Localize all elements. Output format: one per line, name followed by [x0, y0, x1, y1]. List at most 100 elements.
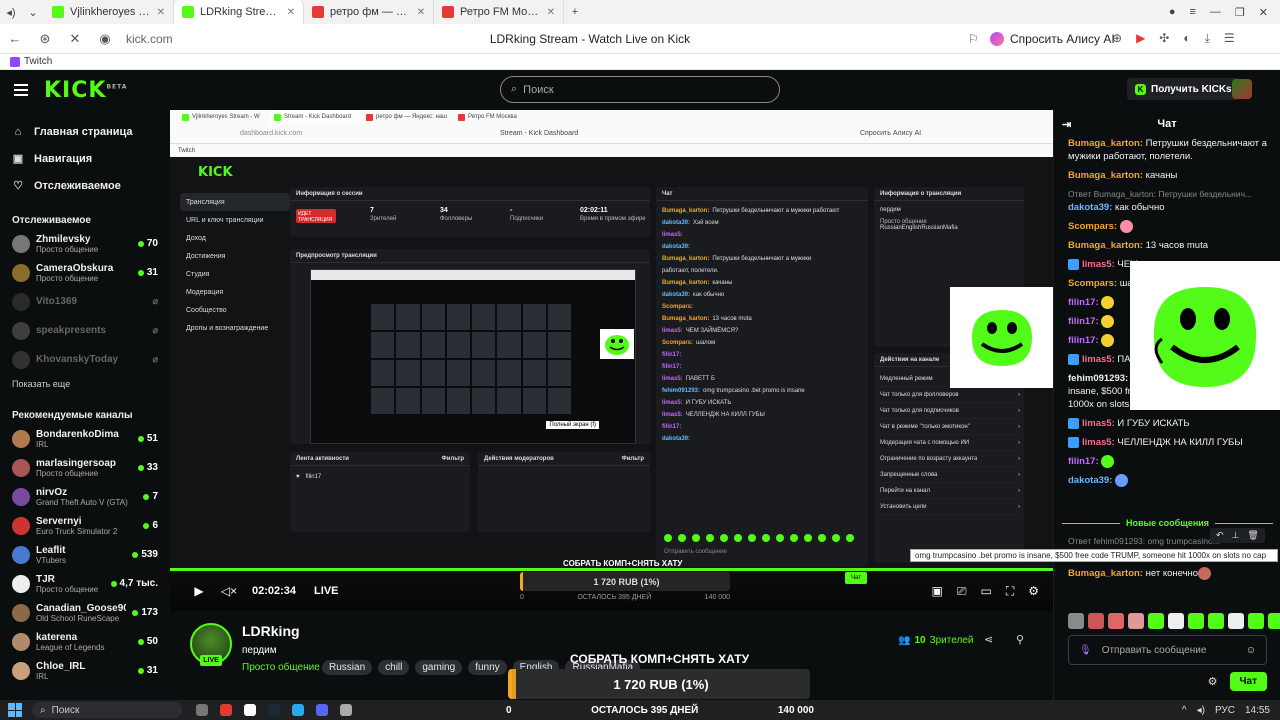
sidebar-channel[interactable]: Zhmilevsky Просто общение 70: [0, 229, 170, 258]
chat-username[interactable]: Bumaga_karton:: [1068, 568, 1143, 579]
fullscreen-icon[interactable]: ⛶: [1006, 584, 1014, 599]
maximize-button[interactable]: ❐: [1235, 6, 1245, 19]
yandex-icon[interactable]: ⊛: [30, 31, 60, 47]
video-player[interactable]: Vjlinkheroyes Stream - W Stream - Kick Da…: [170, 110, 1053, 570]
browser-tab[interactable]: ретро фм — Яндекс: наш ✕: [304, 0, 434, 24]
chat-username[interactable]: limas5:: [1082, 437, 1115, 448]
sidebar-channel[interactable]: speakpresents ⌀: [0, 316, 170, 345]
collapse-chat-icon[interactable]: ⇥: [1062, 118, 1071, 131]
audio-icon[interactable]: ◂): [0, 0, 22, 24]
emote-icon[interactable]: [1108, 613, 1124, 629]
url-field[interactable]: kick.com: [126, 32, 173, 46]
emote-icon[interactable]: [1068, 613, 1084, 629]
chat-message[interactable]: Scompars:: [1054, 217, 1280, 236]
stream-tag[interactable]: gaming: [415, 660, 463, 675]
download-icon[interactable]: ⤓: [1205, 31, 1210, 46]
chat-username[interactable]: Bumaga_karton:: [1068, 240, 1143, 251]
chat-username[interactable]: fehim091293:: [1068, 373, 1128, 384]
chat-message[interactable]: Bumaga_karton: 13 часов muta: [1054, 236, 1280, 255]
emote-icon[interactable]: [1228, 613, 1244, 629]
settings-icon[interactable]: ⚙: [1028, 584, 1039, 599]
search-input[interactable]: ⌕ Поиск: [500, 76, 780, 103]
chat-username[interactable]: filin17:: [1068, 297, 1099, 308]
emote-icon[interactable]: [1248, 613, 1264, 629]
follow-icon[interactable]: ⚲: [1016, 633, 1024, 646]
bookmark-twitch[interactable]: Twitch: [24, 56, 52, 67]
emote-icon[interactable]: [1148, 613, 1164, 629]
new-tab-button[interactable]: +: [564, 0, 586, 24]
pip-icon[interactable]: ▣: [932, 584, 943, 599]
chat-username[interactable]: Bumaga_karton:: [1068, 138, 1143, 149]
browser-tab[interactable]: Vjlinkheroyes Stream - Wa ✕: [44, 0, 174, 24]
minimize-button[interactable]: —: [1210, 6, 1221, 18]
sidebar-channel[interactable]: KhovanskyToday ⌀: [0, 345, 170, 374]
chat-message[interactable]: Bumaga_karton: Петрушки бездельничают а …: [1054, 134, 1280, 166]
taskbar-search[interactable]: ⌕ Поиск: [32, 702, 182, 718]
chat-username[interactable]: Scompars:: [1068, 278, 1117, 289]
emote-icon[interactable]: [1128, 613, 1144, 629]
windows-start-icon[interactable]: [8, 703, 22, 717]
stream-tag[interactable]: Russian: [322, 660, 373, 675]
steam-icon[interactable]: [268, 704, 280, 716]
media-icon[interactable]: ◐: [1183, 31, 1190, 46]
menu-icon[interactable]: ≡: [1189, 6, 1195, 18]
share-icon[interactable]: ⋖: [984, 633, 993, 646]
chat-username[interactable]: filin17:: [1068, 456, 1099, 467]
channel-name[interactable]: LDRking: [242, 623, 300, 639]
nav-item[interactable]: ♡ Отслеживаемое: [0, 172, 170, 199]
stream-category[interactable]: Просто общение: [242, 662, 320, 673]
chat-message[interactable]: filin17:: [1054, 452, 1280, 471]
sidebar-channel[interactable]: Canadian_Goose902 Old School RuneScape 173: [0, 598, 170, 627]
get-kicks-button[interactable]: K Получить KICKs: [1127, 78, 1240, 100]
sidebar-channel[interactable]: Leaflit VTubers 539: [0, 540, 170, 569]
chat-message[interactable]: limas5: И ГУБУ ИСКАТЬ: [1054, 414, 1280, 433]
user-avatar[interactable]: [1232, 79, 1252, 99]
sidebar-channel[interactable]: Chloe_IRL IRL 31: [0, 656, 170, 685]
volume-icon[interactable]: ◂): [1197, 705, 1205, 716]
chat-username[interactable]: dakota39:: [1068, 202, 1112, 213]
stop-icon[interactable]: ✕: [60, 31, 90, 47]
emote-icon[interactable]: [1088, 613, 1104, 629]
live-label[interactable]: LIVE: [314, 585, 338, 597]
chat-settings-icon[interactable]: ⚙: [1208, 675, 1218, 688]
profile-icon[interactable]: ●: [1169, 6, 1176, 18]
stream-tag[interactable]: funny: [468, 660, 507, 675]
telegram-icon[interactable]: [292, 704, 304, 716]
chat-username[interactable]: filin17:: [1068, 335, 1099, 346]
kick-logo[interactable]: KICKBETA: [44, 78, 127, 103]
sidebar-channel[interactable]: Servernyi Euro Truck Simulator 2 6: [0, 511, 170, 540]
chat-username[interactable]: limas5:: [1082, 418, 1115, 429]
translate-icon[interactable]: ⊕: [1112, 31, 1122, 46]
yandex-app-icon[interactable]: [220, 704, 232, 716]
browser-app-icon[interactable]: [244, 704, 256, 716]
chat-username[interactable]: Scompars:: [1068, 221, 1117, 232]
alice-button[interactable]: Спросить Алису AI: [990, 31, 1115, 46]
emote-icon[interactable]: [1168, 613, 1184, 629]
reply-icon[interactable]: ↶: [1216, 530, 1224, 541]
tab-close-icon[interactable]: ✕: [417, 7, 425, 18]
sidebar-channel[interactable]: katerena League of Legends 50: [0, 627, 170, 656]
tab-list-icon[interactable]: ⌄: [22, 0, 44, 24]
chat-message[interactable]: Ответ Bumaga_karton: Петрушки бездельнич…: [1054, 185, 1280, 217]
browser-tab[interactable]: Ретро FM Москва - ✕: [434, 0, 564, 24]
sidebar-channel[interactable]: nirvOz Grand Theft Auto V (GTA) 7: [0, 482, 170, 511]
clip-icon[interactable]: ⎚: [957, 584, 967, 599]
mute-icon[interactable]: ◁×: [214, 584, 244, 598]
language-indicator[interactable]: РУС: [1215, 705, 1235, 716]
bookmark-icon[interactable]: ⚐: [968, 32, 979, 46]
browser-tab[interactable]: LDRking Stream - Watch ✕: [174, 0, 304, 24]
delete-icon[interactable]: 🗑: [1247, 530, 1258, 541]
emote-icon[interactable]: [1208, 613, 1224, 629]
nav-item[interactable]: ▣ Навигация: [0, 145, 170, 172]
discord-icon[interactable]: [316, 704, 328, 716]
chat-message[interactable]: Bumaga_karton: качаны: [1054, 166, 1280, 185]
sidebar-channel[interactable]: marlasingersoap Просто общение 33: [0, 453, 170, 482]
chat-message[interactable]: limas5: ЧЕЛЛЕНДЖ НА КИЛЛ ГУБЫ: [1054, 433, 1280, 452]
menu-icon[interactable]: [14, 84, 28, 96]
sidebar-channel[interactable]: BondarenkoDima IRL 51: [0, 424, 170, 453]
chat-username[interactable]: Bumaga_karton:: [1068, 170, 1143, 181]
mic-icon[interactable]: 🎙: [1079, 645, 1092, 656]
chat-message[interactable]: Bumaga_karton: нет конечно: [1054, 564, 1280, 583]
clock[interactable]: 14:55: [1245, 705, 1270, 716]
back-icon[interactable]: ←: [0, 31, 30, 46]
